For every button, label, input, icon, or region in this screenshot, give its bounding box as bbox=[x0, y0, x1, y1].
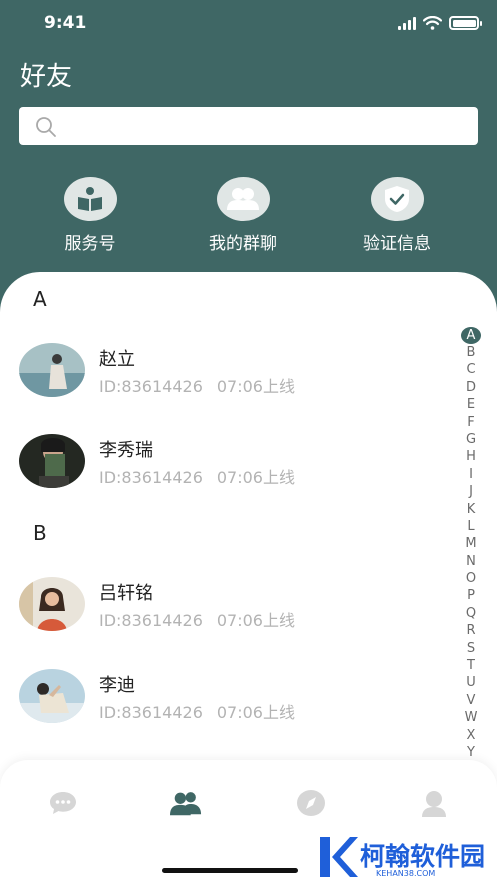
watermark-logo: 柯翰软件园 KEHAN38.COM bbox=[318, 835, 488, 879]
contact-last-online: 07:06上线 bbox=[216, 377, 295, 396]
index-letter-h[interactable]: H bbox=[460, 448, 482, 465]
watermark-title: 柯翰软件园 bbox=[360, 842, 486, 871]
service-account-label: 服务号 bbox=[64, 234, 116, 254]
tab-profile[interactable] bbox=[418, 788, 450, 818]
service-account-button[interactable]: 服务号 bbox=[15, 177, 165, 254]
index-letter-v[interactable]: V bbox=[460, 692, 482, 709]
index-letter-g[interactable]: G bbox=[460, 431, 482, 448]
index-letter-m[interactable]: M bbox=[460, 535, 482, 552]
my-groups-button[interactable]: 我的群聊 bbox=[168, 177, 318, 254]
profile-icon bbox=[422, 791, 446, 817]
status-bar: 9:41 bbox=[0, 0, 497, 48]
search-icon bbox=[36, 117, 56, 137]
contact-meta: ID:83614426 07:06上线 bbox=[99, 699, 295, 723]
verification-info-button[interactable]: 验证信息 bbox=[322, 177, 472, 254]
contact-meta: ID:83614426 07:06上线 bbox=[99, 607, 295, 631]
index-letter-u[interactable]: U bbox=[460, 674, 482, 691]
avatar bbox=[19, 577, 85, 631]
contacts-icon bbox=[170, 792, 202, 816]
index-letter-o[interactable]: O bbox=[460, 570, 482, 587]
watermark-subtitle: KEHAN38.COM bbox=[376, 869, 436, 878]
contact-row[interactable]: 赵立 ID:83614426 07:06上线 bbox=[19, 343, 439, 399]
avatar bbox=[19, 669, 85, 723]
contact-name: 吕轩铭 bbox=[99, 583, 153, 604]
avatar bbox=[19, 434, 85, 488]
index-letter-w[interactable]: W bbox=[460, 709, 482, 726]
contact-id: ID:83614426 bbox=[99, 377, 203, 396]
index-letter-c[interactable]: C bbox=[460, 361, 482, 378]
k-logo-icon bbox=[320, 837, 358, 877]
contact-row[interactable]: 李迪 ID:83614426 07:06上线 bbox=[19, 669, 439, 725]
alphabet-index[interactable]: ABCDEFGHIJKLMNOPQRSTUVWXYZ bbox=[460, 327, 482, 779]
index-letter-x[interactable]: X bbox=[460, 727, 482, 744]
index-letter-l[interactable]: L bbox=[460, 518, 482, 535]
section-header-b: B bbox=[33, 521, 47, 545]
contact-name: 李秀瑞 bbox=[99, 440, 153, 461]
avatar bbox=[19, 343, 85, 397]
index-letter-t[interactable]: T bbox=[460, 657, 482, 674]
contact-last-online: 07:06上线 bbox=[216, 703, 295, 722]
battery-icon bbox=[449, 16, 482, 30]
shield-check-icon bbox=[370, 177, 424, 221]
index-letter-a[interactable]: A bbox=[461, 327, 481, 344]
index-letter-f[interactable]: F bbox=[460, 414, 482, 431]
chat-bubble-icon bbox=[50, 792, 76, 814]
index-letter-r[interactable]: R bbox=[460, 622, 482, 639]
compass-icon bbox=[297, 790, 325, 816]
book-icon bbox=[63, 177, 117, 221]
contact-id: ID:83614426 bbox=[99, 611, 203, 630]
index-letter-s[interactable]: S bbox=[460, 640, 482, 657]
contact-meta: ID:83614426 07:06上线 bbox=[99, 373, 295, 397]
contact-row[interactable]: 李秀瑞 ID:83614426 07:06上线 bbox=[19, 434, 439, 490]
home-indicator bbox=[162, 868, 298, 873]
verification-info-label: 验证信息 bbox=[363, 234, 431, 254]
contact-name: 李迪 bbox=[99, 675, 135, 696]
contact-name: 赵立 bbox=[99, 349, 135, 370]
index-letter-e[interactable]: E bbox=[460, 396, 482, 413]
contact-last-online: 07:06上线 bbox=[216, 468, 295, 487]
tab-discover[interactable] bbox=[295, 788, 327, 818]
tab-messages[interactable] bbox=[47, 788, 79, 818]
index-letter-q[interactable]: Q bbox=[460, 605, 482, 622]
index-letter-p[interactable]: P bbox=[460, 587, 482, 604]
index-letter-n[interactable]: N bbox=[460, 553, 482, 570]
section-header-a: A bbox=[33, 287, 47, 311]
index-letter-y[interactable]: Y bbox=[460, 744, 482, 761]
status-time: 9:41 bbox=[44, 13, 87, 33]
contact-last-online: 07:06上线 bbox=[216, 611, 295, 630]
index-letter-k[interactable]: K bbox=[460, 501, 482, 518]
index-letter-b[interactable]: B bbox=[460, 344, 482, 361]
search-input[interactable] bbox=[19, 107, 478, 145]
my-groups-label: 我的群聊 bbox=[209, 234, 277, 254]
index-letter-j[interactable]: J bbox=[460, 483, 482, 500]
signal-icon bbox=[398, 16, 416, 30]
status-icons bbox=[398, 16, 482, 30]
contact-row[interactable]: 吕轩铭 ID:83614426 07:06上线 bbox=[19, 577, 439, 633]
wifi-icon bbox=[423, 16, 442, 30]
tab-contacts[interactable] bbox=[170, 788, 202, 818]
group-icon bbox=[216, 177, 270, 221]
contact-id: ID:83614426 bbox=[99, 703, 203, 722]
page-title: 好友 bbox=[20, 62, 73, 92]
contact-id: ID:83614426 bbox=[99, 468, 203, 487]
index-letter-d[interactable]: D bbox=[460, 379, 482, 396]
contact-meta: ID:83614426 07:06上线 bbox=[99, 464, 295, 488]
index-letter-i[interactable]: I bbox=[460, 466, 482, 483]
